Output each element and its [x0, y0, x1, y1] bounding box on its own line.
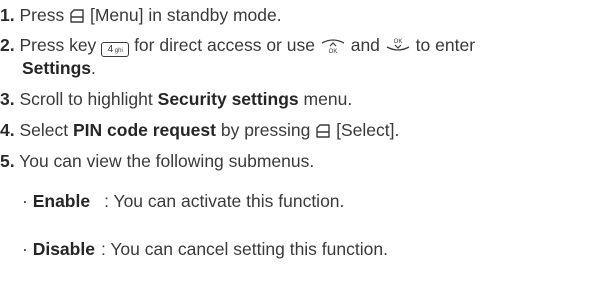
step-text-mid: for direct access or use	[134, 35, 315, 55]
step-number: 1.	[0, 5, 15, 25]
svg-text:OK: OK	[393, 39, 402, 45]
pin-code-request-label: PIN code request	[73, 120, 216, 140]
step-text: Press key	[19, 35, 97, 55]
menu-label: [Menu] in standby mode.	[89, 5, 282, 25]
step-5: 5. You can view the following submenus.	[0, 150, 314, 172]
select-label: [Select].	[336, 120, 400, 140]
soft-key-icon	[315, 122, 331, 144]
submenu-name: Disable	[32, 239, 95, 259]
step-text: You can view the following submenus.	[19, 151, 315, 171]
soft-key-icon	[69, 7, 85, 29]
step-number: 3.	[0, 89, 15, 109]
and-word: and	[350, 35, 380, 55]
nav-up-icon: OK	[320, 36, 346, 59]
security-settings-label: Security settings	[157, 89, 299, 109]
bullet: ·	[22, 191, 28, 211]
step-4: 4. Select PIN code request by pressing […	[0, 119, 399, 144]
step-2: 2. Press key 4 ghi for direct access or …	[0, 34, 475, 59]
submenu-desc: : You can activate this function.	[104, 191, 345, 211]
step-2-continued: Settings.	[22, 57, 96, 79]
keypad-4-icon: 4 ghi	[101, 42, 130, 57]
submenu-item-disable: · Disable: You can cancel setting this f…	[22, 238, 388, 260]
nav-down-icon: OK	[385, 36, 411, 59]
submenu-desc: : You can cancel setting this function.	[100, 239, 388, 259]
step-text-post: menu.	[303, 89, 353, 109]
svg-text:OK: OK	[329, 49, 338, 54]
step-text-post: by pressing	[220, 120, 311, 140]
step-text: Select	[19, 120, 69, 140]
step-number: 4.	[0, 120, 15, 140]
step-text-post: to enter	[415, 35, 476, 55]
step-number: 5.	[0, 151, 15, 171]
step-number: 2.	[0, 35, 15, 55]
step-text: Press	[19, 5, 65, 25]
submenu-item-enable: · Enable : You can activate this function…	[22, 190, 344, 212]
step-3: 3. Scroll to highlight Security settings…	[0, 88, 352, 110]
submenu-name: Enable	[32, 191, 91, 211]
settings-label: Settings	[22, 58, 92, 78]
instructions: 1. Press [Menu] in standby mode. 2. Pres…	[0, 0, 612, 283]
bullet: ·	[22, 239, 28, 259]
step-text: Scroll to highlight	[19, 89, 153, 109]
period: .	[91, 58, 96, 78]
step-1: 1. Press [Menu] in standby mode.	[0, 4, 282, 29]
